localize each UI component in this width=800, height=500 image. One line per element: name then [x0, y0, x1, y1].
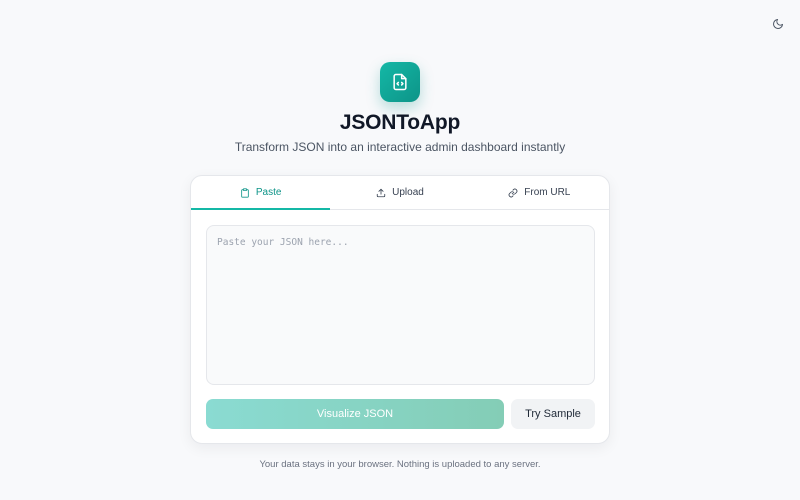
try-sample-label: Try Sample: [525, 408, 581, 420]
privacy-note: Your data stays in your browser. Nothing…: [259, 459, 541, 470]
upload-icon: [376, 188, 386, 197]
tab-from-url-label: From URL: [524, 187, 571, 198]
moon-icon: [773, 19, 783, 29]
tab-upload-label: Upload: [392, 187, 424, 198]
tab-from-url[interactable]: From URL: [470, 176, 609, 209]
json-input-card: Paste Upload From URL Visualize JSO: [190, 175, 610, 444]
theme-toggle-button[interactable]: [766, 12, 790, 36]
tab-paste-label: Paste: [255, 187, 282, 198]
json-input-textarea[interactable]: [206, 225, 595, 385]
app-logo: [380, 62, 420, 102]
clipboard-icon: [241, 187, 249, 198]
visualize-json-label: Visualize JSON: [316, 408, 394, 420]
tab-paste[interactable]: Paste: [191, 176, 331, 210]
visualize-json-button[interactable]: Visualize JSON: [206, 399, 504, 429]
app-page: JSONToApp Transform JSON into an interac…: [0, 0, 800, 500]
tab-upload[interactable]: Upload: [330, 176, 469, 209]
file-code-icon: [393, 73, 407, 91]
link-icon: [508, 188, 518, 197]
app-title: JSONToApp: [339, 111, 461, 134]
app-tagline: Transform JSON into an interactive admin…: [234, 140, 566, 154]
try-sample-button[interactable]: Try Sample: [511, 399, 595, 429]
input-mode-tabs: Paste Upload From URL: [191, 176, 609, 210]
